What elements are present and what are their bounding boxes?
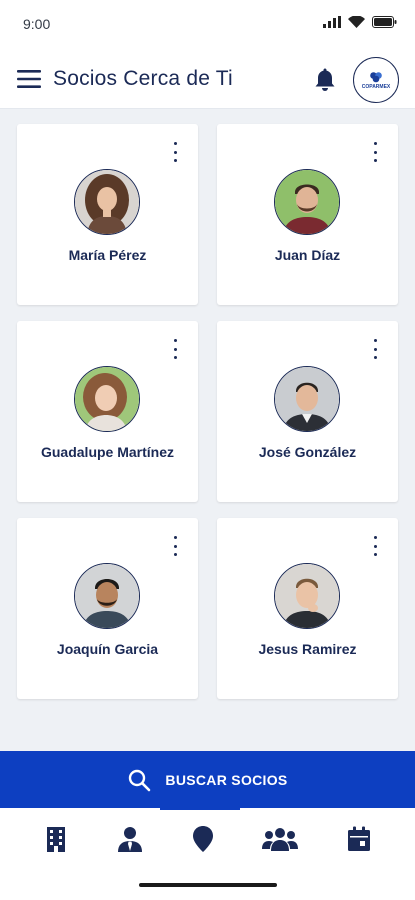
dot [173, 356, 177, 359]
dot [173, 159, 177, 162]
group-icon [262, 828, 298, 851]
search-icon [129, 769, 151, 791]
more-options-button[interactable] [168, 339, 182, 359]
dot [373, 544, 377, 548]
member-name: José González [258, 444, 357, 460]
members-grid: María Pérez Juan Díaz Guadalupe Martínez… [17, 124, 399, 699]
battery-icon [372, 16, 397, 28]
member-name: Juan Díaz [274, 247, 341, 263]
active-tab-indicator [160, 808, 240, 810]
home-indicator [139, 883, 277, 887]
search-label: BUSCAR SOCIOS [165, 771, 288, 788]
dot [373, 536, 377, 539]
dot [173, 150, 177, 154]
member-card[interactable]: Jesus Ramirez [217, 518, 398, 699]
dot [173, 339, 177, 342]
page-title: Socios Cerca de Ti [53, 67, 233, 90]
member-name: Guadalupe Martínez [40, 444, 175, 460]
member-card[interactable]: María Pérez [17, 124, 198, 305]
avatar [74, 563, 140, 629]
dot [373, 150, 377, 154]
avatar [274, 169, 340, 235]
nav-item-members[interactable] [105, 822, 155, 856]
wifi-icon [348, 16, 365, 28]
organization-logo[interactable]: COPARMEX [353, 57, 399, 103]
status-time: 9:00 [23, 16, 51, 32]
more-options-button[interactable] [168, 142, 182, 162]
avatar [274, 563, 340, 629]
avatar-photo-icon [75, 564, 139, 628]
member-name: Joaquín Garcia [56, 641, 159, 657]
dot [373, 339, 377, 342]
app-header: Socios Cerca de Ti COPARMEX [0, 50, 415, 109]
nav-item-groups[interactable] [255, 822, 305, 856]
nav-item-map[interactable] [178, 822, 228, 856]
avatar-photo-icon [75, 170, 139, 234]
dot [173, 347, 177, 351]
logo-text: COPARMEX [361, 83, 391, 90]
calendar-icon [348, 826, 370, 851]
member-card[interactable]: Joaquín Garcia [17, 518, 198, 699]
dot [173, 536, 177, 539]
dot [173, 544, 177, 548]
dot [373, 142, 377, 145]
menu-button[interactable] [14, 65, 44, 93]
map-pin-icon [193, 826, 213, 852]
status-icons [323, 16, 397, 28]
more-options-button[interactable] [168, 536, 182, 556]
nav-item-events[interactable] [334, 822, 384, 856]
dot [373, 159, 377, 162]
status-bar: 9:00 [0, 0, 415, 50]
dot [173, 142, 177, 145]
building-icon [47, 827, 65, 852]
dot [373, 553, 377, 556]
more-options-button[interactable] [368, 339, 382, 359]
person-tie-icon [118, 827, 142, 852]
hamburger-icon [17, 70, 41, 88]
avatar [74, 169, 140, 235]
dot [173, 553, 177, 556]
more-options-button[interactable] [368, 536, 382, 556]
member-name: María Pérez [68, 247, 147, 263]
avatar-photo-icon [275, 564, 339, 628]
avatar-photo-icon [275, 367, 339, 431]
member-card[interactable]: Juan Díaz [217, 124, 398, 305]
more-options-button[interactable] [368, 142, 382, 162]
member-name: Jesus Ramirez [258, 641, 357, 657]
avatar-photo-icon [275, 170, 339, 234]
notifications-button[interactable] [312, 66, 338, 94]
logo-mark-icon [370, 71, 382, 82]
bottom-nav [0, 808, 415, 900]
bell-icon [315, 68, 335, 91]
member-card[interactable]: Guadalupe Martínez [17, 321, 198, 502]
avatar [74, 366, 140, 432]
member-card[interactable]: José González [217, 321, 398, 502]
nav-item-companies[interactable] [31, 822, 81, 856]
dot [373, 347, 377, 351]
search-members-button[interactable]: BUSCAR SOCIOS [0, 751, 415, 808]
signal-icon [323, 16, 341, 28]
dot [373, 356, 377, 359]
avatar-photo-icon [75, 367, 139, 431]
avatar [274, 366, 340, 432]
